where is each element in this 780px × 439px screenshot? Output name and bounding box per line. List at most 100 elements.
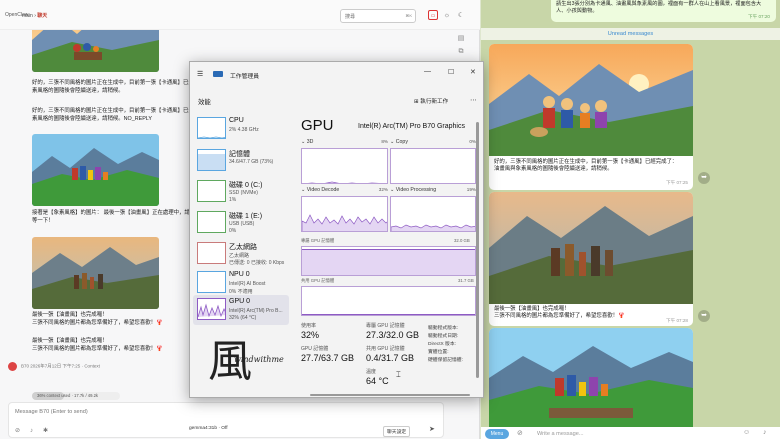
user-message-bubble: 請生出3張分別為卡通風、油畫風與象素風的圖，裡面有一群人在山上看風景，裡面包含大…	[551, 0, 776, 22]
bot-message-2-text: 最後一張【油畫風】也完成囉！ 三張不同風格的圖片都為您準備好了，希望您喜歡！🦞	[494, 306, 625, 320]
input-bar	[481, 427, 780, 439]
graph-video-processing-label[interactable]: ⌄ Video Processing	[390, 187, 436, 193]
bot-message-2-time: 下午 07:28	[666, 318, 688, 323]
sidebar-item-ethernet[interactable]: 乙太網路 乙太網路 已傳送: 0 已接收: 0 Kbps	[193, 239, 289, 269]
message-input[interactable]: Message B70 (Enter to send)	[15, 409, 88, 415]
detail-location: 實體位置:	[428, 350, 449, 355]
stat-shared-label: 共用 GPU 記憶體	[366, 346, 405, 352]
sidebar-item-sub: 34.6/47.7 GB (73%)	[229, 159, 274, 165]
stat-temp-label: 溫度	[366, 369, 377, 375]
maximize-icon[interactable]: ☐	[448, 68, 454, 76]
message-input[interactable]: Write a message...	[537, 431, 584, 437]
emoji-icon[interactable]: ☺	[743, 429, 750, 436]
document-icon[interactable]: ▤	[456, 34, 466, 48]
sun-icon[interactable]: ☼	[442, 11, 452, 21]
sidebar-item-name: 磁碟 0 (C:)	[229, 182, 263, 189]
sidebar-item-memory[interactable]: 記憶體 34.6/47.7 GB (73%)	[193, 146, 289, 176]
task-manager-window: ☰ 工作管理員 — ☐ ✕ 效能 ⊞ 執行新工作 ⋯ CPU 2% 4.38 G…	[189, 61, 484, 398]
horizontal-scrollbar[interactable]	[310, 394, 470, 396]
shared-mem-max: 31.7 GB	[458, 278, 474, 283]
gpu-heading: GPU	[301, 117, 334, 134]
mic-icon[interactable]: ♪	[30, 428, 33, 434]
sidebar-item-name: CPU	[229, 117, 244, 124]
paperclip-icon[interactable]: ⊘	[517, 429, 523, 437]
stat-shared: 0.4/31.7 GB	[366, 353, 415, 363]
sidebar-item-sub: Intel(R) Arc(TM) Pro B...	[229, 308, 283, 314]
search-shortcut: ⌘K	[405, 13, 412, 18]
graph-dedicated-memory	[301, 246, 476, 276]
sidebar-item-sub: SSD (NVMe)	[229, 190, 258, 196]
sidebar-item-sub2: 0%	[229, 228, 237, 234]
top-bar: OpenClaw main › 聊天 搜尋 ⌘K ▭ ☼ ☾	[0, 0, 480, 30]
sidebar-item-sub2: 已傳送: 0 已接收: 0 Kbps	[229, 260, 285, 266]
vertical-scrollbar[interactable]	[476, 122, 479, 378]
title-bar: ☰ 工作管理員 — ☐ ✕	[190, 62, 483, 86]
run-new-task-button[interactable]: ⊞ 執行新工作	[414, 97, 448, 105]
sidebar-item-gpu[interactable]: GPU 0 Intel(R) Arc(TM) Pro B... 32% (64 …	[193, 295, 289, 325]
monitor-icon[interactable]: ▭	[428, 10, 438, 20]
breadcrumb-current[interactable]: 聊天	[37, 13, 47, 19]
sidebar-item-name: 記憶體	[229, 151, 250, 158]
sidebar-item-sub: USB (USB)	[229, 221, 255, 227]
graph-video-processing-pct: 19%	[466, 187, 476, 192]
bot-image-pixel[interactable]	[489, 328, 693, 438]
meta-context[interactable]: Context	[84, 364, 100, 369]
mic-icon[interactable]: ♪	[763, 429, 767, 436]
graph-video-processing	[390, 196, 476, 232]
stat-ded-label: 專屬 GPU 記憶體	[366, 323, 405, 329]
sidebar-item-sub2: 1%	[229, 197, 237, 203]
ethernet-mini-graph	[197, 242, 226, 264]
graph-copy	[390, 148, 476, 184]
generated-image-cartoon[interactable]	[32, 30, 159, 72]
meta-author: B70	[21, 363, 30, 369]
graph-3d	[301, 148, 388, 184]
generated-image-oil[interactable]	[32, 237, 159, 309]
stat-util-label: 使用率	[301, 323, 317, 329]
shared-mem-label: 共用 GPU 記憶體	[301, 278, 335, 283]
detail-directx: DirectX 版本:	[428, 342, 456, 347]
menu-button[interactable]: Menu	[485, 429, 509, 439]
gpu-name: Intel(R) Arc(TM) Pro B70 Graphics	[358, 123, 465, 130]
model-select[interactable]: gemma4:31b · Off	[189, 426, 228, 431]
meta-timestamp: 2026年7月12日 下午7:25	[30, 363, 81, 369]
avatar	[8, 362, 17, 371]
hamburger-icon[interactable]: ☰	[197, 70, 203, 78]
bot-image-cartoon[interactable]	[489, 44, 693, 156]
sidebar-item-disk1[interactable]: 磁碟 1 (E:) USB (USB) 0%	[193, 208, 289, 238]
dedicated-mem-label: 專屬 GPU 記憶體	[301, 238, 335, 243]
stat-temp: 64 °C	[366, 376, 389, 386]
sidebar-item-name: GPU 0	[229, 298, 251, 305]
bot-message-3	[489, 328, 693, 438]
graph-copy-pct: 0%	[469, 139, 476, 144]
section-title: 效能	[198, 99, 211, 106]
detail-driver-date: 驅動程式日期:	[428, 334, 459, 339]
sidebar-item-disk0[interactable]: 磁碟 0 (C:) SSD (NVMe) 1%	[193, 177, 289, 207]
bot-image-oil[interactable]	[489, 192, 693, 304]
sidebar-item-cpu[interactable]: CPU 2% 4.38 GHz	[193, 114, 289, 144]
graph-copy-label[interactable]: ⌄ Copy	[390, 139, 408, 145]
stat-ded: 27.3/32.0 GB	[366, 330, 420, 340]
copy-icon[interactable]: ⧉	[456, 48, 466, 62]
graph-label: Video Processing	[395, 187, 437, 193]
attach-icon[interactable]: ⊘	[15, 428, 20, 434]
stat-gpu-mem: 27.7/63.7 GB	[301, 353, 355, 363]
graph-3d-label[interactable]: ⌄ 3D	[301, 139, 313, 145]
close-icon[interactable]: ✕	[470, 68, 476, 76]
forward-icon[interactable]: ➥	[698, 172, 710, 184]
sidebar-item-name: 磁碟 1 (E:)	[229, 213, 263, 220]
moon-icon[interactable]: ☾	[456, 11, 466, 21]
sidebar-item-npu[interactable]: NPU 0 Intel(R) AI Boost 0% 不適用	[193, 268, 289, 298]
graph-video-decode-label[interactable]: ⌄ Video Decode	[301, 187, 339, 193]
generated-image-pixel[interactable]	[32, 134, 159, 206]
sidebar-item-sub: 乙太網路	[229, 253, 250, 259]
send-icon[interactable]: ➤	[429, 425, 435, 433]
more-icon[interactable]: ⋯	[470, 96, 477, 104]
forward-icon[interactable]: ➥	[698, 310, 710, 322]
search-input[interactable]: 搜尋 ⌘K	[340, 9, 416, 23]
tool-icon[interactable]: ✱	[43, 428, 48, 434]
disk1-mini-graph	[197, 211, 226, 233]
minimize-icon[interactable]: —	[424, 68, 431, 75]
chat-settings-button[interactable]: 聊天設定	[383, 426, 411, 437]
graph-label: Video Decode	[306, 187, 340, 193]
breadcrumb-main[interactable]: main	[22, 13, 33, 19]
